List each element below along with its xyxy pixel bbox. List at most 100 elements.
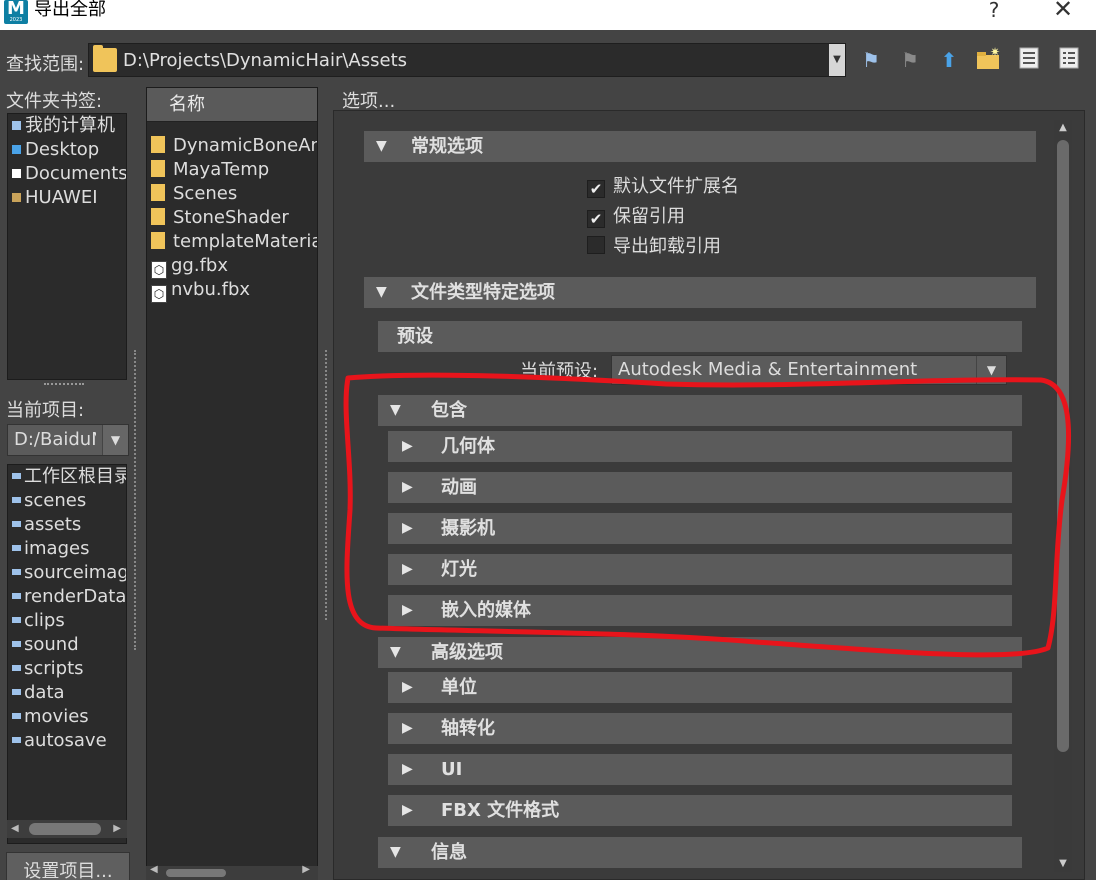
horizontal-scrollbar[interactable]: ◀ ▶ <box>7 820 127 838</box>
section-ui[interactable]: ▶ UI <box>388 754 1012 785</box>
scroll-right-icon[interactable]: ▶ <box>113 820 121 838</box>
section-units[interactable]: ▶ 单位 <box>388 672 1012 703</box>
list-item[interactable]: scenes <box>8 489 126 513</box>
list-item[interactable]: clips <box>8 609 126 633</box>
chevron-right-icon: ▶ <box>402 602 413 618</box>
list-item[interactable]: movies <box>8 705 126 729</box>
scroll-left-icon[interactable]: ◀ <box>150 864 158 875</box>
section-fbx-file-format[interactable]: ▶ FBX 文件格式 <box>388 795 1012 826</box>
list-item[interactable]: 工作区根目录 <box>8 465 126 489</box>
help-button[interactable]: ? <box>984 0 1004 20</box>
section-advanced-options[interactable]: ▼ 高级选项 <box>378 637 1022 668</box>
checkbox[interactable] <box>587 236 605 254</box>
folder-icon <box>12 497 21 503</box>
file-item-folder[interactable]: templateMateria <box>147 230 317 254</box>
checkbox-export-unloaded-references[interactable]: 导出卸载引用 <box>587 236 721 260</box>
name-column-header[interactable]: 名称 <box>147 88 317 122</box>
look-in-label: 查找范围: <box>6 54 85 75</box>
horizontal-scrollbar[interactable]: ◀ ▶ <box>146 864 318 880</box>
file-item-folder[interactable]: StoneShader <box>147 206 317 230</box>
chevron-right-icon: ▶ <box>402 761 413 777</box>
list-view-icon[interactable] <box>1016 46 1042 74</box>
new-folder-icon[interactable]: ✷ <box>975 45 1001 74</box>
checkbox[interactable]: ✔ <box>587 210 605 228</box>
scroll-thumb[interactable] <box>29 823 101 835</box>
options-vertical-scrollbar[interactable]: ▲ ▼ <box>1054 120 1072 872</box>
file-item-folder[interactable]: Scenes <box>147 182 317 206</box>
bookmark-item-computer[interactable]: 我的计算机 <box>8 114 126 138</box>
detail-view-icon[interactable] <box>1056 46 1082 74</box>
chevron-right-icon: ▶ <box>402 802 413 818</box>
user-folder-icon <box>12 193 21 202</box>
list-item[interactable]: renderData <box>8 585 126 609</box>
scroll-down-icon[interactable]: ▼ <box>1054 856 1072 872</box>
maya-app-icon: M 2023 <box>4 0 28 24</box>
section-general-options[interactable]: ▼ 常规选项 <box>364 131 1036 162</box>
chevron-right-icon: ▶ <box>402 679 413 695</box>
bookmarks-label: 文件夹书签: <box>6 91 103 112</box>
splitter-handle[interactable] <box>134 350 137 650</box>
folder-icon <box>12 617 21 623</box>
chevron-right-icon: ▶ <box>402 438 413 454</box>
section-information[interactable]: ▼ 信息 <box>378 837 1022 868</box>
list-item[interactable]: sound <box>8 633 126 657</box>
scroll-left-icon[interactable]: ◀ <box>11 820 19 838</box>
section-file-type-options[interactable]: ▼ 文件类型特定选项 <box>364 277 1036 308</box>
title-bar: M 2023 导出全部 ? ✕ <box>0 0 1096 30</box>
file-item-folder[interactable]: DynamicBoneAn <box>147 134 317 158</box>
bookmark-item-desktop[interactable]: Desktop <box>8 138 126 162</box>
project-dropdown[interactable]: D:/BaiduN ▼ <box>7 424 129 456</box>
folder-icon <box>151 136 165 153</box>
list-item[interactable]: sourceimag <box>8 561 126 585</box>
chevron-right-icon: ▶ <box>402 479 413 495</box>
file-item-fbx[interactable]: ⬡ nvbu.fbx <box>147 278 317 303</box>
scroll-right-icon[interactable]: ▶ <box>302 864 310 875</box>
fbx-file-icon: ⬡ <box>151 285 167 303</box>
list-item[interactable]: data <box>8 681 126 705</box>
up-folder-icon[interactable]: ⬆ <box>936 46 962 74</box>
section-include[interactable]: ▼ 包含 <box>378 395 1022 426</box>
section-embedded-media[interactable]: ▶ 嵌入的媒体 <box>388 595 1012 626</box>
folder-icon <box>151 160 165 177</box>
chevron-down-icon: ▼ <box>376 284 387 300</box>
chevron-down-icon: ▼ <box>390 402 401 418</box>
section-geometry[interactable]: ▶ 几何体 <box>388 431 1012 462</box>
bookmark-item-documents[interactable]: Documents <box>8 162 126 186</box>
folder-icon <box>12 737 21 743</box>
scroll-thumb[interactable] <box>166 869 226 877</box>
folder-icon <box>12 569 21 575</box>
splitter-handle[interactable] <box>325 350 328 620</box>
chevron-right-icon: ▶ <box>402 720 413 736</box>
list-item[interactable]: scripts <box>8 657 126 681</box>
folder-icon <box>12 521 21 527</box>
forward-icon[interactable]: ⚑ <box>897 46 923 74</box>
bookmark-item-huawei[interactable]: HUAWEI <box>8 186 126 210</box>
section-animation[interactable]: ▶ 动画 <box>388 472 1012 503</box>
list-item[interactable]: autosave <box>8 729 126 753</box>
section-axis-conversion[interactable]: ▶ 轴转化 <box>388 713 1012 744</box>
chevron-down-icon[interactable]: ▼ <box>102 425 128 455</box>
scroll-up-icon[interactable]: ▲ <box>1054 120 1072 136</box>
current-preset-label: 当前预设: <box>520 361 599 382</box>
file-item-fbx[interactable]: ⬡ gg.fbx <box>147 254 317 279</box>
chevron-down-icon[interactable]: ▼ <box>976 356 1006 384</box>
section-lights[interactable]: ▶ 灯光 <box>388 554 1012 585</box>
file-item-folder[interactable]: MayaTemp <box>147 158 317 182</box>
splitter-handle[interactable] <box>44 383 84 387</box>
folder-icon <box>151 232 165 249</box>
checkbox-default-extension[interactable]: ✔ 默认文件扩展名 <box>587 176 739 200</box>
list-item[interactable]: assets <box>8 513 126 537</box>
list-item[interactable]: images <box>8 537 126 561</box>
chevron-down-icon[interactable]: ▼ <box>829 44 845 76</box>
section-cameras[interactable]: ▶ 摄影机 <box>388 513 1012 544</box>
path-dropdown[interactable]: D:\Projects\DynamicHair\Assets ▼ <box>88 43 846 77</box>
chevron-down-icon: ▼ <box>390 844 401 860</box>
close-button[interactable]: ✕ <box>1050 0 1076 21</box>
preset-dropdown[interactable]: Autodesk Media & Entertainment ▼ <box>611 355 1007 385</box>
set-project-button[interactable]: 设置项目... <box>6 852 130 880</box>
checkbox-keep-references[interactable]: ✔ 保留引用 <box>587 206 685 230</box>
section-presets[interactable]: 预设 <box>378 321 1022 352</box>
scroll-thumb[interactable] <box>1057 140 1069 752</box>
checkbox[interactable]: ✔ <box>587 180 605 198</box>
back-icon[interactable]: ⚑ <box>858 46 884 74</box>
